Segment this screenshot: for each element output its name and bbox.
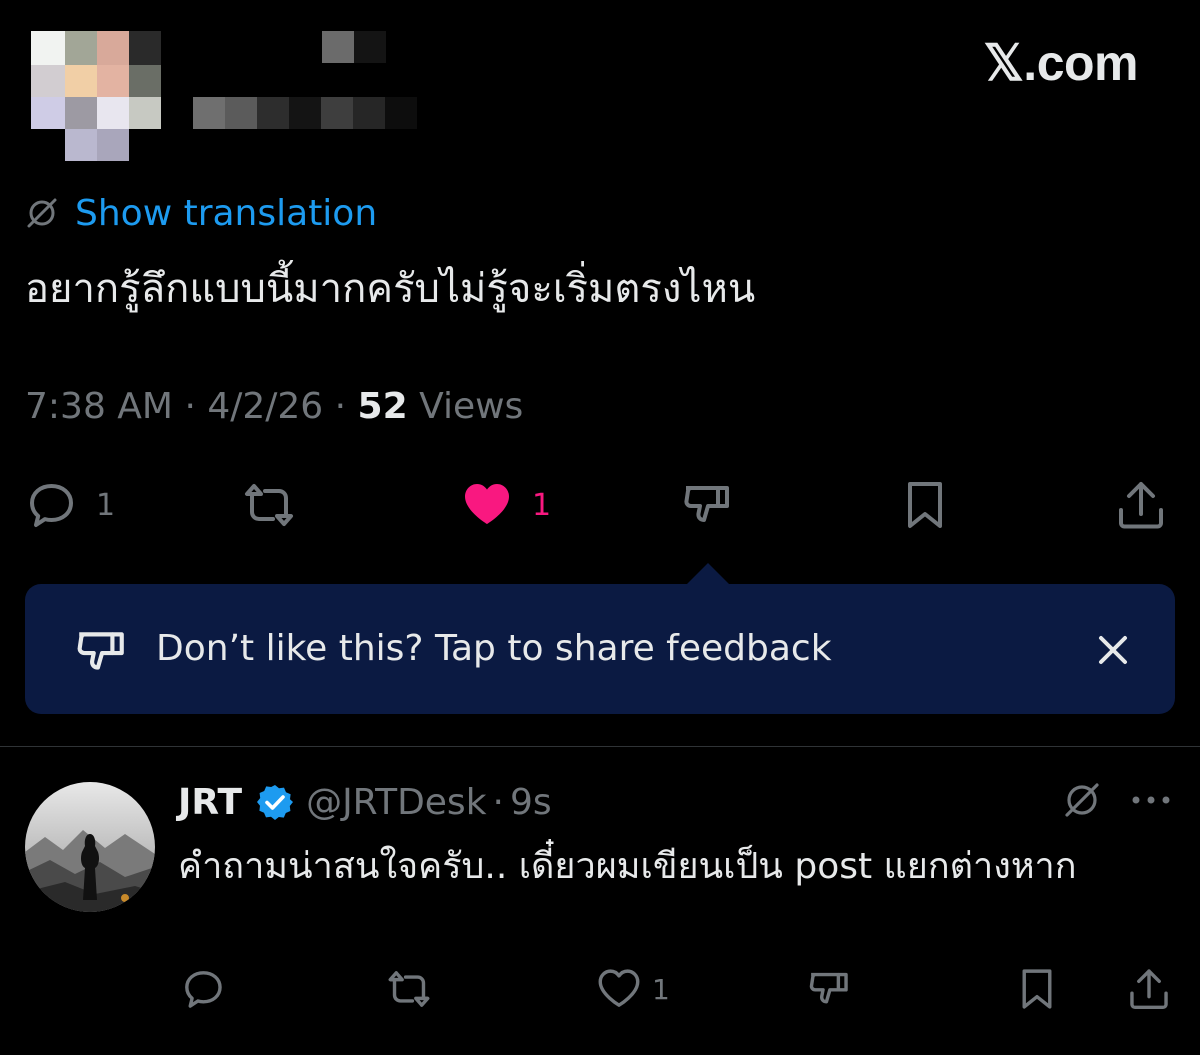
verified-badge-icon xyxy=(257,785,294,820)
feedback-banner[interactable]: Don’t like this? Tap to share feedback xyxy=(25,584,1175,714)
heart-icon xyxy=(598,969,640,1007)
avatar-pixel xyxy=(129,65,161,97)
reply-repost-button[interactable] xyxy=(386,966,432,1012)
reply-dislike-button[interactable] xyxy=(806,966,852,1012)
feedback-banner-pointer xyxy=(686,563,730,585)
share-icon xyxy=(1130,969,1168,1010)
heart-filled-icon xyxy=(465,484,509,524)
repost-icon xyxy=(388,971,430,1007)
views-count: 52 xyxy=(357,386,408,427)
avatar-pixel xyxy=(129,97,161,129)
repost-icon xyxy=(245,484,293,526)
like-count: 1 xyxy=(532,487,552,523)
post-meta: 7:38 AM · 4/2/26 · 52 Views xyxy=(25,386,523,427)
avatar-pixel xyxy=(31,65,65,97)
post-action-bar: 1 1 xyxy=(0,470,1200,540)
name-pixel xyxy=(354,31,386,63)
meta-separator: · xyxy=(492,781,504,823)
reply-time[interactable]: 9s xyxy=(510,782,552,823)
bookmark-icon xyxy=(1022,969,1052,1009)
avatar-pixel xyxy=(129,31,161,65)
avatar-pixel xyxy=(65,97,97,129)
share-button[interactable] xyxy=(1114,478,1168,532)
more-options-icon[interactable] xyxy=(1130,792,1172,808)
reply-like-count: 1 xyxy=(652,972,670,1006)
avatar-pixel xyxy=(65,129,97,161)
avatar-pixel xyxy=(31,31,65,65)
avatar-pixel xyxy=(31,97,65,129)
divider xyxy=(0,746,1200,747)
avatar-pixel xyxy=(97,97,129,129)
avatar-pixel xyxy=(65,65,97,97)
repost-button[interactable] xyxy=(242,478,296,532)
reply-icon xyxy=(185,971,222,1008)
views-label: Views xyxy=(419,386,524,427)
thumbs-down-icon xyxy=(77,632,124,670)
translate-disabled-icon xyxy=(27,198,57,228)
meta-separator: · xyxy=(334,386,358,427)
close-icon[interactable] xyxy=(1093,630,1133,670)
thumbs-down-icon xyxy=(809,972,848,1004)
name-pixel xyxy=(353,97,385,129)
avatar-pixel xyxy=(97,129,129,161)
reply-like-button[interactable]: 1 xyxy=(596,966,670,1012)
show-translation-link[interactable]: Show translation xyxy=(75,193,377,234)
meta-separator: · xyxy=(184,386,208,427)
name-pixel xyxy=(225,97,257,129)
reply-bookmark-button[interactable] xyxy=(1014,966,1060,1012)
avatar-pixel xyxy=(97,65,129,97)
reply-header: JRT @JRTDesk · 9s xyxy=(178,780,552,824)
post-text: อยากรู้ลึกแบบนี้มากครับไม่รู้จะเริ่มตรงไ… xyxy=(25,266,756,312)
reply-count: 1 xyxy=(96,487,116,523)
translate-disabled-icon xyxy=(1065,783,1099,817)
post-date[interactable]: 4/2/26 xyxy=(207,386,323,427)
reply-button[interactable]: 1 xyxy=(24,478,115,532)
reply-icon xyxy=(30,484,73,527)
show-translation[interactable]: Show translation xyxy=(25,191,377,235)
name-pixel xyxy=(322,31,354,63)
name-pixel xyxy=(257,97,289,129)
name-pixel xyxy=(321,97,353,129)
brand-logo: 𝕏.com xyxy=(983,35,1139,91)
like-button[interactable]: 1 xyxy=(460,478,551,532)
bookmark-icon xyxy=(908,482,942,528)
reply-handle[interactable]: @JRTDesk xyxy=(306,782,486,823)
share-icon xyxy=(1119,482,1163,529)
reply-reply-button[interactable] xyxy=(180,966,226,1012)
name-pixel xyxy=(385,97,417,129)
reply-share-button[interactable] xyxy=(1126,966,1172,1012)
post-time[interactable]: 7:38 AM xyxy=(25,386,173,427)
reply-text: คำถามน่าสนใจครับ.. เดี๋ยวผมเขียนเป็น pos… xyxy=(178,846,1077,887)
feedback-banner-text[interactable]: Don’t like this? Tap to share feedback xyxy=(156,628,832,669)
avatar-image xyxy=(25,782,155,912)
thumbs-down-icon xyxy=(684,486,729,522)
name-pixel xyxy=(193,97,225,129)
dislike-button[interactable] xyxy=(680,478,734,532)
avatar-pixel xyxy=(65,31,97,65)
name-pixel xyxy=(289,97,321,129)
reply-author-name[interactable]: JRT xyxy=(178,782,242,823)
bookmark-button[interactable] xyxy=(898,478,952,532)
avatar-pixel xyxy=(97,31,129,65)
reply-avatar[interactable] xyxy=(25,782,155,912)
